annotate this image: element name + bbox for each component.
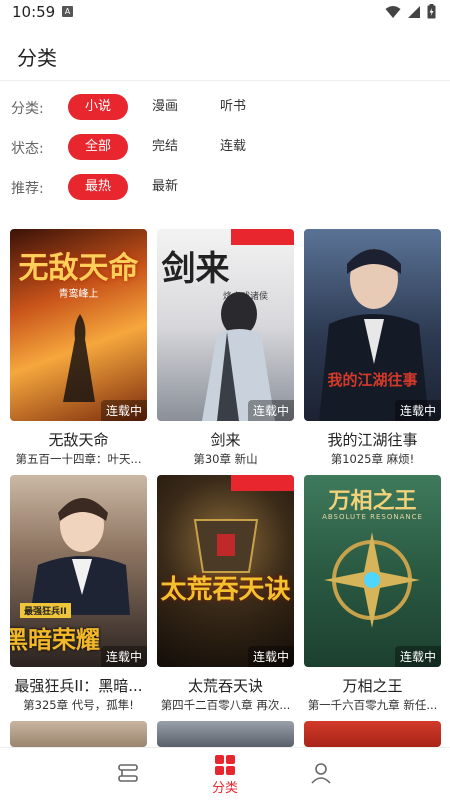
cover-cauldron bbox=[193, 519, 259, 573]
status-bar: 10:59 A bbox=[0, 0, 450, 24]
cover-figure bbox=[319, 249, 429, 421]
book-card[interactable]: 太荒吞天诀 连载中 太荒吞天诀 第四千二百零八章 再次... bbox=[157, 475, 294, 715]
page-title: 分类 bbox=[17, 46, 57, 70]
chip-audiobook[interactable]: 听书 bbox=[208, 94, 258, 120]
user-icon bbox=[311, 763, 331, 784]
book-cover[interactable]: 太荒吞天诀 连载中 bbox=[157, 475, 294, 667]
battery-icon bbox=[427, 4, 436, 19]
book-card[interactable]: 无敌天命 青鸾峰上 连载中 无敌天命 第五百一十四章：叶天... bbox=[10, 229, 147, 469]
notification-icon: A bbox=[62, 6, 73, 17]
book-card[interactable]: 最强狂兵II 黑暗荣耀 连载中 最强狂兵II：黑暗... 第325章 代号，孤隼… bbox=[10, 475, 147, 715]
cover-author-text: 青鸾峰上 bbox=[58, 289, 99, 300]
book-cover[interactable] bbox=[304, 721, 441, 747]
status-badge: 连载中 bbox=[394, 646, 441, 667]
chip-novel[interactable]: 小说 bbox=[68, 94, 128, 120]
app-header: 分类 bbox=[0, 24, 450, 81]
book-latest-chapter: 第30章 新山 bbox=[193, 452, 258, 466]
chip-all[interactable]: 全部 bbox=[68, 134, 128, 160]
cover-title-text: 无敌天命 bbox=[18, 251, 139, 286]
book-card[interactable] bbox=[10, 721, 147, 747]
cover-series-tag: 最强狂兵II bbox=[20, 603, 71, 618]
book-card[interactable]: 剑来 烽火戏诸侯 连载中 剑来 第30章 新山 bbox=[157, 229, 294, 469]
book-cover[interactable] bbox=[10, 721, 147, 747]
book-title: 万相之王 bbox=[342, 677, 403, 695]
cover-subtitle-text: ABSOLUTE RESONANCE bbox=[322, 513, 423, 521]
status-badge: 连载中 bbox=[247, 400, 294, 421]
filter-row-recommend: 推荐: 最热 最新 bbox=[0, 172, 450, 202]
filter-label-recommend: 推荐: bbox=[11, 181, 44, 197]
status-badge: 连载中 bbox=[100, 400, 147, 421]
status-time: 10:59 bbox=[12, 3, 56, 21]
cover-figure bbox=[63, 314, 95, 402]
book-card[interactable] bbox=[157, 721, 294, 747]
chip-hottest[interactable]: 最热 bbox=[68, 174, 128, 200]
book-cover[interactable] bbox=[157, 721, 294, 747]
book-title: 最强狂兵II：黑暗... bbox=[14, 677, 143, 695]
chip-newest[interactable]: 最新 bbox=[140, 174, 190, 200]
book-cover[interactable]: 万相之王 ABSOLUTE RESONANCE 连载中 bbox=[304, 475, 441, 667]
cover-emblem bbox=[324, 532, 420, 628]
bottom-nav: 分类 bbox=[0, 747, 450, 801]
nav-profile[interactable] bbox=[246, 748, 396, 801]
cover-title-text: 太荒吞天诀 bbox=[160, 575, 291, 605]
bookshelf-icon bbox=[118, 764, 138, 782]
book-card[interactable]: 我的江湖往事 连载中 我的江湖往事 第1025章 麻烦! bbox=[304, 229, 441, 469]
signal-icon bbox=[408, 5, 420, 18]
cover-title-text: 剑来 bbox=[161, 249, 230, 289]
status-badge: 连载中 bbox=[247, 646, 294, 667]
book-latest-chapter: 第五百一十四章：叶天... bbox=[15, 452, 142, 466]
status-badge: 连载中 bbox=[394, 400, 441, 421]
book-title: 无敌天命 bbox=[48, 431, 109, 449]
filter-label-status: 状态: bbox=[11, 141, 44, 157]
publisher-tag bbox=[231, 475, 294, 491]
book-card[interactable]: 万相之王 ABSOLUTE RESONANCE 连载中 万相之王 第一千六百零九… bbox=[304, 475, 441, 715]
cover-figure bbox=[30, 498, 130, 615]
chip-comic[interactable]: 漫画 bbox=[140, 94, 190, 120]
book-latest-chapter: 第四千二百零八章 再次... bbox=[160, 698, 291, 712]
cover-title-text: 我的江湖往事 bbox=[327, 371, 418, 389]
book-title: 太荒吞天诀 bbox=[187, 677, 263, 695]
filter-row-category: 分类: 小说 漫画 听书 bbox=[0, 92, 450, 122]
book-card[interactable] bbox=[304, 721, 441, 747]
book-title: 我的江湖往事 bbox=[327, 431, 418, 449]
wifi-icon bbox=[385, 5, 401, 18]
book-cover[interactable]: 最强狂兵II 黑暗荣耀 连载中 bbox=[10, 475, 147, 667]
status-icons bbox=[385, 4, 436, 19]
filter-label-category: 分类: bbox=[11, 101, 44, 117]
book-title: 剑来 bbox=[210, 431, 241, 449]
book-cover[interactable]: 剑来 烽火戏诸侯 连载中 bbox=[157, 229, 294, 421]
book-latest-chapter: 第325章 代号，孤隼! bbox=[23, 698, 134, 712]
cover-title-text: 万相之王 bbox=[328, 489, 417, 514]
book-latest-chapter: 第1025章 麻烦! bbox=[330, 452, 415, 466]
filter-row-status: 状态: 全部 完结 连载 bbox=[0, 132, 450, 162]
status-badge: 连载中 bbox=[100, 646, 147, 667]
book-cover[interactable]: 无敌天命 青鸾峰上 连载中 bbox=[10, 229, 147, 421]
chip-finished[interactable]: 完结 bbox=[140, 134, 190, 160]
book-cover[interactable]: 我的江湖往事 连载中 bbox=[304, 229, 441, 421]
chip-serializing[interactable]: 连载 bbox=[208, 134, 258, 160]
book-latest-chapter: 第一千六百零九章 新任... bbox=[307, 698, 438, 712]
category-grid-icon bbox=[215, 755, 235, 775]
